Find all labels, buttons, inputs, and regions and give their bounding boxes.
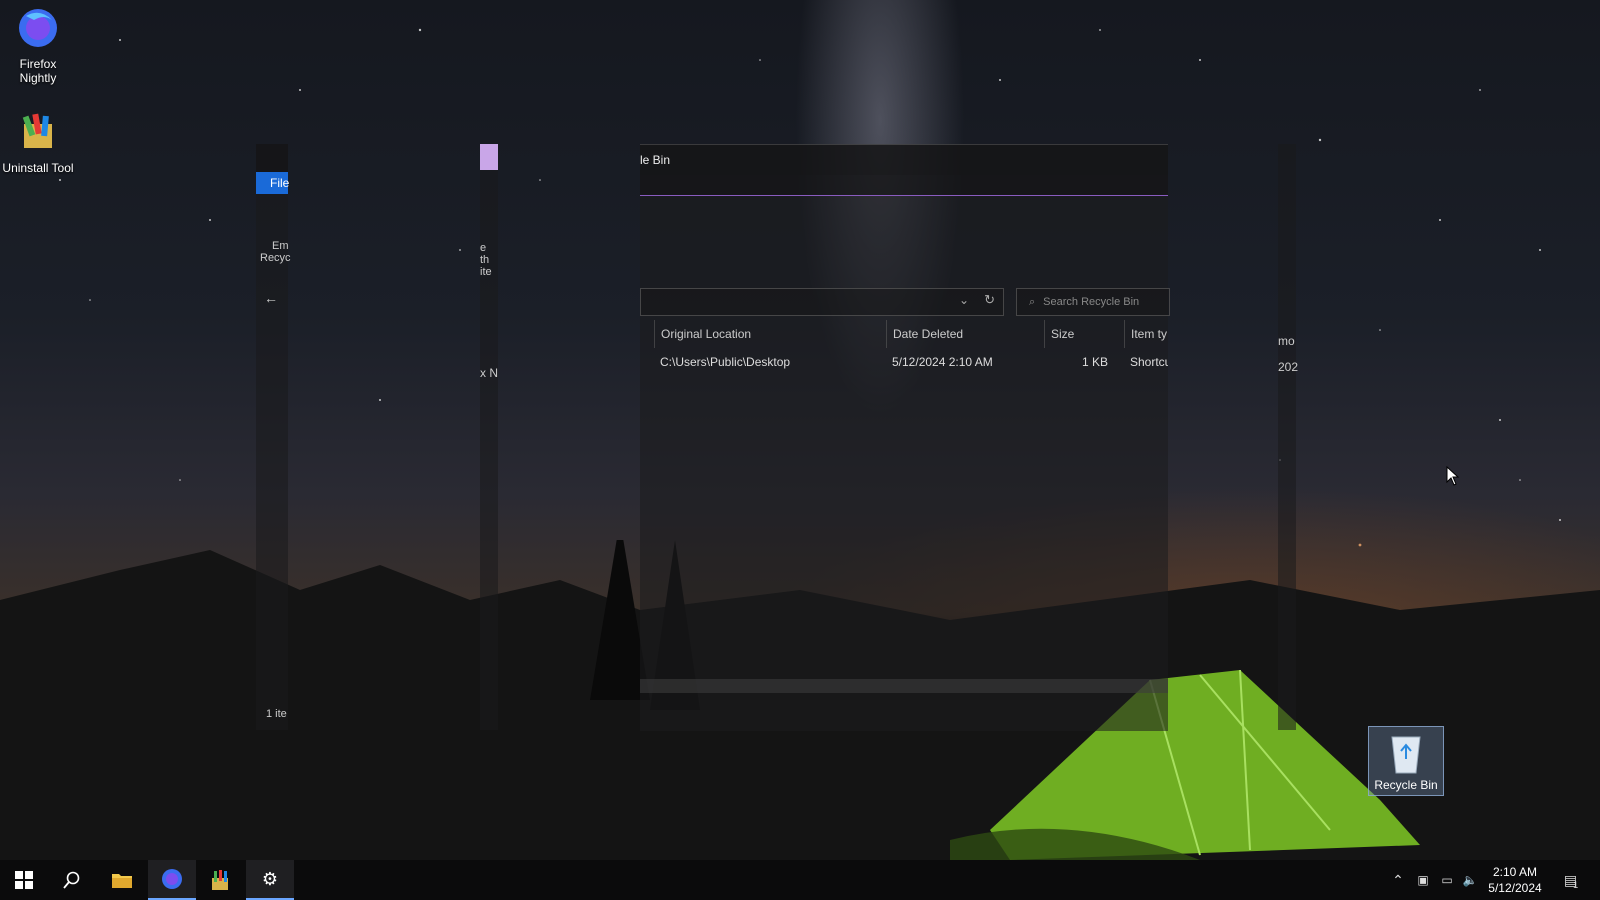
cell-date-deleted: 5/12/2024 2:10 AM — [892, 355, 993, 369]
network-tray-icon[interactable]: ▭ — [1436, 860, 1458, 900]
back-arrow-icon[interactable]: ← — [256, 290, 288, 306]
search-input[interactable]: ⌕ Search Recycle Bin — [1016, 288, 1170, 316]
right-window-row-fragment: 202 — [1278, 360, 1299, 374]
notification-count: 1 — [1573, 880, 1579, 890]
chevron-up-icon: ⌃ — [1392, 871, 1404, 888]
column-header-original-location[interactable]: Original Location — [654, 320, 881, 348]
uninstall-tool-icon — [22, 113, 52, 148]
recycle-bin-label: Recycle Bin — [1374, 778, 1438, 792]
explorer-titlebar[interactable]: le Bin — [640, 145, 1168, 175]
explorer-title: le Bin — [640, 153, 671, 167]
cell-original-location: C:\Users\Public\Desktop — [660, 355, 791, 369]
recycle-bin-explorer-window[interactable]: le Bin ⌄ ↻ ⌕ Search Recycle Bin Original … — [640, 144, 1170, 731]
clock-date: 5/12/2024 — [1488, 881, 1542, 895]
column-header-date-deleted[interactable]: Date Deleted — [886, 320, 1043, 348]
left-window-recycle-label: Recyc — [260, 252, 291, 264]
column-header-item-type[interactable]: Item ty — [1124, 320, 1175, 348]
column-headers: Original Location Date Deleted Size Item… — [640, 320, 1168, 348]
camera-icon: ▣ — [1417, 873, 1429, 887]
search-taskbar-button[interactable] — [48, 860, 96, 900]
firefox-nightly-desktop-icon[interactable]: Firefox Nightly — [0, 6, 76, 85]
clock-time: 2:10 AM — [1492, 865, 1538, 879]
mouse-cursor — [1446, 466, 1460, 486]
start-button[interactable] — [0, 860, 48, 900]
search-icon: ⌕ — [1029, 296, 1036, 308]
horizontal-scrollbar[interactable] — [640, 679, 1168, 693]
gear-icon: ⚙ — [261, 868, 279, 889]
taskbar: ⚙ ⌃ ▣ ▭ 🔈 2:10 AM 5/12/2024 ▤ 1 — [0, 860, 1600, 900]
middle-window-accent — [480, 144, 498, 170]
firefox-nightly-icon — [19, 9, 57, 47]
uninstall-tool-desktop-icon[interactable]: Uninstall Tool — [0, 110, 76, 175]
background-window-left[interactable]: File Em Recyc ← 1 ite — [256, 144, 291, 730]
firefox-nightly-label: Firefox Nightly — [19, 57, 57, 85]
uninstall-tool-label: Uninstall Tool — [2, 161, 74, 175]
volume-muted-icon: 🔈 — [1462, 873, 1478, 887]
search-icon — [63, 871, 80, 889]
action-center-button[interactable]: ▤ 1 — [1556, 860, 1586, 900]
network-icon: ▭ — [1441, 873, 1453, 887]
left-window-file-tab[interactable]: File — [256, 172, 289, 194]
clock[interactable]: 2:10 AM 5/12/2024 — [1482, 864, 1548, 896]
chevron-down-icon[interactable]: ⌄ — [959, 293, 969, 307]
middle-window-caption-2: ite — [480, 266, 492, 278]
uninstall-tool-taskbar-button[interactable] — [196, 860, 244, 900]
settings-taskbar-button[interactable]: ⚙ — [246, 860, 294, 900]
refresh-icon[interactable]: ↻ — [984, 292, 995, 308]
cell-item-type: Shortcu — [1130, 355, 1168, 369]
explorer-address-row: ⌄ ↻ ⌕ Search Recycle Bin — [640, 286, 1170, 320]
cell-size: 1 KB — [1081, 355, 1108, 369]
right-window-col-fragment: mo — [1278, 334, 1295, 348]
left-window-status: 1 ite — [266, 708, 287, 720]
recycle-bin-icon — [1391, 736, 1421, 774]
column-header-size[interactable]: Size — [1044, 320, 1117, 348]
explorer-ribbon — [640, 196, 1168, 286]
search-placeholder: Search Recycle Bin — [1043, 296, 1140, 308]
firefox-nightly-icon — [162, 869, 182, 889]
explorer-ribbon-tabs[interactable] — [640, 175, 1168, 196]
meet-now-tray-icon[interactable]: ▣ — [1412, 860, 1434, 900]
file-explorer-taskbar-button[interactable] — [98, 860, 146, 900]
recycle-bin-desktop-icon[interactable]: Recycle Bin — [1368, 726, 1444, 796]
left-window-titlebar — [256, 144, 288, 172]
middle-window-row-fragment: x N — [480, 366, 498, 380]
show-hidden-icons-button[interactable]: ⌃ — [1388, 860, 1408, 900]
middle-window-caption-1: e th — [480, 242, 490, 266]
address-bar[interactable]: ⌄ ↻ — [640, 288, 1004, 316]
firefox-nightly-taskbar-button[interactable] — [148, 860, 196, 900]
windows-icon — [15, 871, 33, 889]
background-window-middle[interactable]: e th ite x N — [480, 144, 498, 730]
volume-tray-icon[interactable]: 🔈 — [1460, 860, 1480, 900]
background-window-right[interactable]: mo 202 — [1278, 144, 1299, 730]
table-row[interactable]: C:\Users\Public\Desktop 5/12/2024 2:10 A… — [640, 348, 1168, 376]
uninstall-tool-icon — [212, 870, 228, 890]
folder-icon — [112, 874, 132, 888]
left-window-empty-label: Em — [272, 240, 289, 252]
